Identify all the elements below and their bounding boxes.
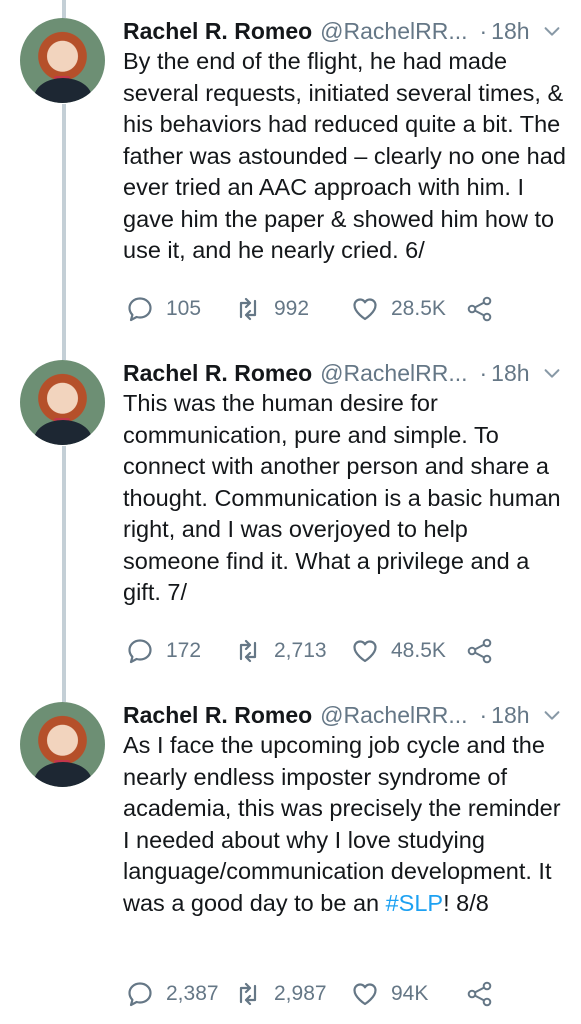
like-button[interactable]: 48.5K bbox=[351, 636, 446, 666]
reply-icon bbox=[128, 982, 152, 1007]
tweet[interactable]: Rachel R. Romeo @RachelRR... · 18h By th… bbox=[0, 0, 581, 345]
reply-icon bbox=[128, 639, 152, 664]
tweet[interactable]: Rachel R. Romeo @RachelRR... · 18h As I … bbox=[0, 684, 581, 1024]
retweet-button[interactable]: 2,987 bbox=[234, 979, 327, 1009]
reply-button[interactable]: 2,387 bbox=[126, 979, 219, 1009]
author-name[interactable]: Rachel R. Romeo bbox=[123, 18, 312, 45]
timestamp[interactable]: 18h bbox=[491, 360, 529, 387]
timestamp[interactable]: 18h bbox=[491, 18, 529, 45]
share-button[interactable] bbox=[466, 979, 494, 1009]
reply-button[interactable]: 105 bbox=[126, 294, 201, 324]
share-icon bbox=[467, 296, 492, 322]
reply-count: 2,387 bbox=[166, 982, 219, 1005]
share-icon bbox=[467, 638, 492, 664]
retweet-count: 2,987 bbox=[274, 982, 327, 1005]
author-name[interactable]: Rachel R. Romeo bbox=[123, 702, 312, 729]
heart-icon bbox=[353, 640, 377, 663]
tweet-header: Rachel R. Romeo @RachelRR... · 18h bbox=[123, 356, 563, 390]
hashtag-link[interactable]: #SLP bbox=[386, 890, 444, 916]
timestamp[interactable]: 18h bbox=[491, 702, 529, 729]
like-button[interactable]: 28.5K bbox=[351, 294, 446, 324]
author-name[interactable]: Rachel R. Romeo bbox=[123, 360, 312, 387]
reply-button[interactable]: 172 bbox=[126, 636, 201, 666]
tweet-header: Rachel R. Romeo @RachelRR... · 18h bbox=[123, 698, 563, 732]
retweet-count: 992 bbox=[274, 297, 310, 320]
separator-dot: · bbox=[479, 359, 488, 386]
separator-dot: · bbox=[479, 701, 488, 728]
heart-icon bbox=[353, 298, 377, 321]
chevron-down-icon[interactable] bbox=[541, 362, 563, 384]
reply-icon bbox=[128, 297, 152, 322]
tweet-text-end: ! 8/8 bbox=[443, 889, 489, 916]
separator-dot: · bbox=[479, 17, 488, 44]
tweet-text: As I face the upcoming job cycle and the… bbox=[123, 730, 568, 919]
retweet-icon bbox=[239, 639, 257, 663]
share-button[interactable] bbox=[466, 636, 494, 666]
tweet-text: This was the human desire for communicat… bbox=[123, 390, 561, 605]
chevron-down-icon[interactable] bbox=[541, 20, 563, 42]
tweet-text: By the end of the flight, he had made se… bbox=[123, 48, 566, 263]
retweet-button[interactable]: 992 bbox=[234, 294, 309, 324]
retweet-button[interactable]: 2,713 bbox=[234, 636, 327, 666]
avatar[interactable] bbox=[20, 18, 105, 103]
retweet-count: 2,713 bbox=[274, 639, 327, 662]
reply-count: 105 bbox=[166, 297, 202, 320]
like-count: 94K bbox=[391, 982, 429, 1005]
like-count: 28.5K bbox=[391, 297, 446, 320]
avatar[interactable] bbox=[20, 360, 105, 445]
retweet-icon bbox=[239, 982, 257, 1006]
reply-count: 172 bbox=[166, 639, 202, 662]
tweet-header: Rachel R. Romeo @RachelRR... · 18h bbox=[123, 14, 563, 48]
like-count: 48.5K bbox=[391, 639, 446, 662]
retweet-icon bbox=[239, 297, 257, 321]
avatar[interactable] bbox=[20, 702, 105, 787]
chevron-down-icon[interactable] bbox=[541, 704, 563, 726]
share-button[interactable] bbox=[466, 294, 494, 324]
author-handle[interactable]: @RachelRR... bbox=[320, 18, 467, 45]
author-handle[interactable]: @RachelRR... bbox=[320, 360, 467, 387]
tweet[interactable]: Rachel R. Romeo @RachelRR... · 18h This … bbox=[0, 342, 581, 687]
like-button[interactable]: 94K bbox=[351, 979, 428, 1009]
heart-icon bbox=[353, 983, 377, 1006]
author-handle[interactable]: @RachelRR... bbox=[320, 702, 467, 729]
share-icon bbox=[467, 981, 492, 1007]
tweet-text-body: As I face the upcoming job cycle and the… bbox=[123, 732, 561, 916]
